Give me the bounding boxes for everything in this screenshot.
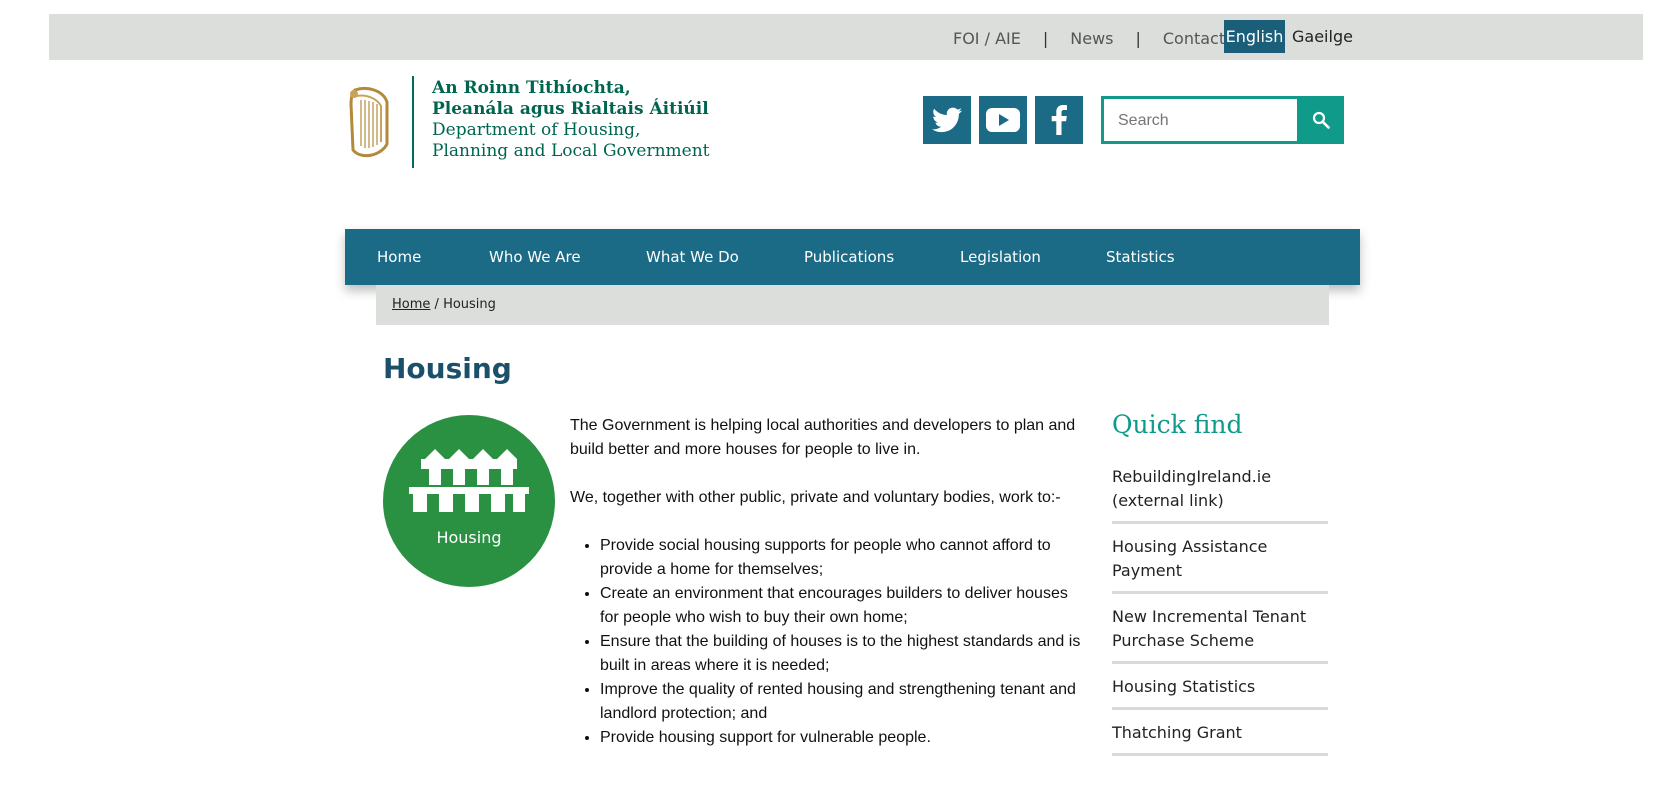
facebook-button[interactable] [1035, 96, 1083, 144]
twitter-icon [932, 107, 962, 133]
nav-publications[interactable]: Publications [804, 229, 894, 285]
nav-legislation[interactable]: Legislation [960, 229, 1041, 285]
breadcrumb: Home / Housing [376, 285, 1329, 325]
search-icon [1312, 111, 1330, 129]
separator: | [1042, 28, 1049, 48]
quick-find-rebuilding-ireland-link[interactable]: RebuildingIreland.ie (external link) [1112, 462, 1328, 524]
lead-paragraph: We, together with other public, private … [570, 489, 1061, 506]
youtube-button[interactable] [979, 96, 1027, 144]
page-title: Housing [383, 352, 512, 385]
list-item: Create an environment that encourages bu… [600, 582, 1090, 630]
main-navigation: Home Who We Are What We Do Publications … [345, 229, 1360, 285]
nav-who-we-are[interactable]: Who We Are [489, 229, 581, 285]
search-input[interactable] [1116, 99, 1300, 143]
department-logo-text[interactable]: An Roinn Tithíochta, Pleanála agus Rialt… [432, 78, 710, 162]
youtube-icon [986, 108, 1020, 132]
quick-find-title: Quick find [1112, 410, 1243, 439]
nav-home[interactable]: Home [377, 229, 421, 285]
quick-find-thatching-grant-link[interactable]: Thatching Grant [1112, 718, 1328, 756]
quick-find-housing-assistance-payment-link[interactable]: Housing Assistance Payment [1112, 532, 1328, 594]
breadcrumb-home-link[interactable]: Home [392, 297, 430, 312]
logo-divider [412, 76, 414, 168]
search-button[interactable] [1297, 96, 1344, 144]
harp-crest-icon[interactable] [347, 84, 391, 162]
logo-irish-line-2: Pleanála agus Rialtais Áitiúil [432, 99, 709, 119]
contact-link[interactable]: Contact [1163, 29, 1225, 48]
language-gaeilge-button[interactable]: Gaeilge [1292, 20, 1353, 53]
news-link[interactable]: News [1070, 29, 1113, 48]
intro-paragraph: The Government is helping local authorit… [570, 417, 1076, 458]
utility-bar [49, 14, 1643, 60]
page-content: The Government is helping local authorit… [570, 414, 1090, 750]
nav-what-we-do[interactable]: What We Do [646, 229, 739, 285]
logo-english-line-1: Department of Housing, [432, 120, 641, 140]
housing-image: Housing [383, 415, 555, 587]
breadcrumb-separator: / [434, 297, 439, 312]
twitter-button[interactable] [923, 96, 971, 144]
foi-link[interactable]: FOI / AIE [953, 29, 1021, 48]
logo-english-line-2: Planning and Local Government [432, 141, 710, 161]
quick-find-tenant-purchase-scheme-link[interactable]: New Incremental Tenant Purchase Scheme [1112, 602, 1328, 664]
housing-image-caption: Housing [436, 528, 501, 547]
breadcrumb-current: Housing [443, 297, 496, 312]
list-item: Improve the quality of rented housing an… [600, 678, 1090, 726]
nav-statistics[interactable]: Statistics [1106, 229, 1175, 285]
separator: | [1135, 28, 1141, 48]
language-english-button[interactable]: English [1224, 20, 1285, 53]
list-item: Provide housing support for vulnerable p… [600, 726, 1090, 750]
quick-find-housing-statistics-link[interactable]: Housing Statistics [1112, 672, 1328, 710]
list-item: Provide social housing supports for peop… [600, 534, 1090, 582]
aims-list: Provide social housing supports for peop… [570, 534, 1090, 750]
logo-irish-line-1: An Roinn Tithíochta, [432, 78, 631, 98]
quick-find-list: RebuildingIreland.ie (external link) Hou… [1112, 462, 1328, 764]
list-item: Ensure that the building of houses is to… [600, 630, 1090, 678]
facebook-icon [1051, 105, 1067, 135]
utility-links: FOI / AIE | News | Contact [953, 27, 1225, 49]
